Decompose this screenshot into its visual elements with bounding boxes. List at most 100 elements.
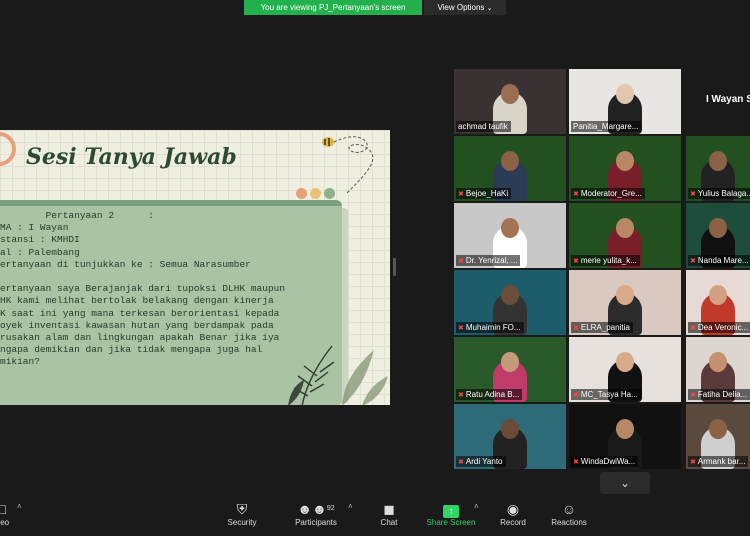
chevron-down-icon: ⌄ bbox=[486, 5, 493, 12]
record-button[interactable]: ◉ Record bbox=[497, 500, 529, 527]
security-button[interactable]: ⛨ Security bbox=[223, 500, 261, 527]
participant-name: ✖ Dea Veronic... bbox=[688, 322, 750, 333]
video-button[interactable]: □ ideo bbox=[0, 500, 9, 527]
gallery-next-page-button[interactable]: ⌄ bbox=[600, 472, 650, 494]
video-camera-icon: □ bbox=[0, 501, 6, 517]
video-label: ideo bbox=[0, 518, 10, 527]
question-line: K saat ini yang mana terkesan berorienta… bbox=[0, 307, 280, 319]
side-participant-name: I Wayan S bbox=[706, 94, 750, 105]
participant-name: ✖ Fatiha Delia... bbox=[688, 389, 750, 400]
participant-head bbox=[501, 218, 519, 238]
participant-head bbox=[501, 151, 519, 171]
participants-label: Participants bbox=[295, 518, 337, 527]
muted-mic-icon: ✖ bbox=[690, 459, 696, 466]
participant-name-text: ELRA_panitia bbox=[580, 323, 630, 332]
participant-head bbox=[616, 285, 634, 305]
participant-head bbox=[709, 352, 727, 372]
dot-2 bbox=[310, 188, 321, 199]
participant-tile[interactable]: ✖ Moderator_Gre... bbox=[569, 136, 681, 201]
reactions-label: Reactions bbox=[551, 518, 587, 527]
slide-title: Sesi Tanya Jawab bbox=[26, 144, 237, 170]
participant-tile[interactable]: ✖ Fatiha Delia... bbox=[686, 337, 750, 402]
participant-name-text: Fatiha Delia... bbox=[697, 390, 748, 399]
video-options-caret[interactable]: ˄ bbox=[17, 502, 22, 511]
participant-head bbox=[709, 419, 727, 439]
participant-tile[interactable]: ✖ Armank bar... bbox=[686, 404, 750, 469]
participant-head bbox=[616, 84, 634, 104]
split-view-handle[interactable] bbox=[393, 258, 396, 276]
participant-name-text: Nanda Mare... bbox=[697, 256, 749, 265]
participant-name: ✖ ELRA_panitia bbox=[571, 322, 633, 333]
participant-name-text: Ratu Adina B... bbox=[465, 390, 520, 399]
chevron-down-icon: ⌄ bbox=[619, 476, 631, 490]
record-label: Record bbox=[500, 518, 526, 527]
question-line: ertanyaan saya Berajanjak dari tupoksi D… bbox=[0, 283, 286, 295]
reactions-button[interactable]: ☺ Reactions bbox=[549, 500, 589, 527]
participant-tile[interactable]: ✖ Dea Veronic... bbox=[686, 270, 750, 335]
participant-tile[interactable]: achmad taufik bbox=[454, 69, 566, 134]
participant-head bbox=[501, 84, 519, 104]
participant-name: ✖ Yulius Balaga... bbox=[688, 188, 750, 199]
participant-name: Panitia_Margare... bbox=[571, 121, 642, 132]
participant-name: ✖ Dr. Yenrizal, ... bbox=[456, 255, 521, 266]
participant-name-text: Dr. Yenrizal, ... bbox=[465, 256, 518, 265]
shared-screen: Sesi Tanya Jawab Pertanyaan 2 : MA : I Wa… bbox=[0, 130, 390, 405]
muted-mic-icon: ✖ bbox=[573, 191, 579, 198]
participant-name: ✖ Ardi Yanto bbox=[456, 456, 506, 467]
muted-mic-icon: ✖ bbox=[573, 325, 579, 332]
participant-tile[interactable]: ✖ ELRA_panitia bbox=[569, 270, 681, 335]
dot-3 bbox=[324, 188, 335, 199]
participant-name-text: Armank bar... bbox=[697, 457, 746, 466]
participant-name-text: achmad taufik bbox=[458, 122, 508, 131]
participant-tile[interactable]: ✖ merie yulita_k... bbox=[569, 203, 681, 268]
question-line: ertanyaan di tunjukkan ke : Semua Narasu… bbox=[0, 258, 251, 270]
participant-head bbox=[709, 285, 727, 305]
muted-mic-icon: ✖ bbox=[458, 325, 464, 332]
record-icon: ◉ bbox=[506, 501, 520, 517]
view-options-label: View Options bbox=[437, 3, 485, 12]
chat-button[interactable]: ◼ Chat bbox=[374, 500, 404, 527]
participant-name: ✖ WindaDwiWa... bbox=[571, 456, 639, 467]
participant-tile[interactable]: ✖ Dr. Yenrizal, ... bbox=[454, 203, 566, 268]
meeting-toolbar: □ ideo ˄ ⛨ Security ☻☻92 Participants ˄ … bbox=[0, 496, 750, 536]
view-options-button[interactable]: View Options ⌄ bbox=[424, 0, 506, 15]
participant-name: ✖ Armank bar... bbox=[688, 456, 749, 467]
participant-name-text: MC_Tasya Ha... bbox=[580, 390, 638, 399]
chat-label: Chat bbox=[380, 518, 398, 527]
participant-head bbox=[709, 218, 727, 238]
question-line: al : Palembang bbox=[0, 246, 80, 258]
question-line: MA : I Wayan bbox=[0, 222, 69, 234]
decorative-arc bbox=[0, 132, 16, 166]
question-line: HK kami melihat bertolak belakang dengan… bbox=[0, 295, 274, 307]
participant-head bbox=[709, 151, 727, 171]
participant-tile[interactable]: ✖ Ratu Adina B... bbox=[454, 337, 566, 402]
participant-head bbox=[616, 419, 634, 439]
participant-tile[interactable]: ✖ Muhaimin FO... bbox=[454, 270, 566, 335]
share-options-caret[interactable]: ˄ bbox=[474, 502, 479, 511]
participant-tile[interactable]: ✖ Yulius Balaga... bbox=[686, 136, 750, 201]
participant-head bbox=[501, 352, 519, 372]
share-screen-button[interactable]: ↑ Share Screen bbox=[424, 500, 478, 527]
dot-1 bbox=[296, 188, 307, 199]
participant-head bbox=[616, 218, 634, 238]
participant-name: ✖ MC_Tasya Ha... bbox=[571, 389, 641, 400]
chat-bubble-icon: ◼ bbox=[383, 501, 395, 517]
share-screen-icon: ↑ bbox=[424, 500, 478, 518]
participant-tile[interactable]: ✖ Bejoe_HaKi bbox=[454, 136, 566, 201]
participant-name-text: Ardi Yanto bbox=[465, 457, 503, 466]
muted-mic-icon: ✖ bbox=[458, 258, 464, 265]
participant-name-text: Muhaimin FO... bbox=[465, 323, 521, 332]
participant-tile[interactable]: ✖ MC_Tasya Ha... bbox=[569, 337, 681, 402]
participant-tile[interactable]: ✖ Nanda Mare... bbox=[686, 203, 750, 268]
muted-mic-icon: ✖ bbox=[573, 392, 579, 399]
participants-options-caret[interactable]: ˄ bbox=[348, 502, 353, 511]
participant-tile[interactable]: ✖ Ardi Yanto bbox=[454, 404, 566, 469]
participant-tile[interactable]: Panitia_Margare... bbox=[569, 69, 681, 134]
participant-name-text: Moderator_Gre... bbox=[580, 189, 642, 198]
participant-tile[interactable]: ✖ WindaDwiWa... bbox=[569, 404, 681, 469]
participant-name: ✖ Nanda Mare... bbox=[688, 255, 750, 266]
participants-button[interactable]: ☻☻92 Participants bbox=[290, 500, 342, 527]
question-line: Pertanyaan 2 : bbox=[0, 210, 154, 221]
participant-name: ✖ Bejoe_HaKi bbox=[456, 188, 512, 199]
participant-head bbox=[616, 151, 634, 171]
